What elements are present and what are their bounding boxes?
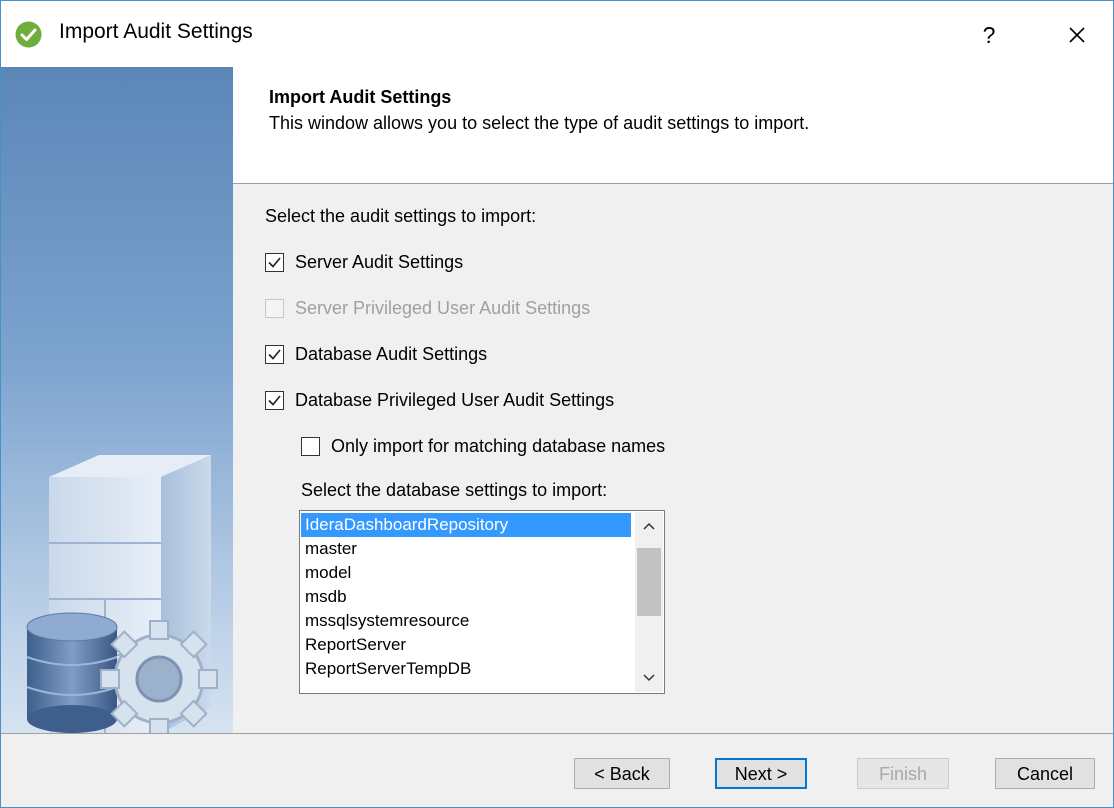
checkbox-label: Database Audit Settings: [295, 344, 488, 364]
checkmark-icon: [268, 395, 281, 406]
checkmark-icon: [268, 257, 281, 268]
close-icon: [1069, 27, 1085, 43]
vertical-scrollbar[interactable]: [635, 512, 663, 692]
next-button[interactable]: Next >: [715, 758, 807, 789]
checkbox-box: [265, 299, 284, 318]
checkbox-label: Server Privileged User Audit Settings: [295, 298, 591, 318]
close-button[interactable]: [1055, 15, 1099, 55]
wizard-header: Import Audit Settings This window allows…: [233, 67, 1113, 183]
finish-button: Finish: [857, 758, 949, 789]
checkbox-label: Server Audit Settings: [295, 252, 464, 272]
checkbox-box[interactable]: [265, 253, 284, 272]
database-list-item[interactable]: ReportServer: [301, 633, 631, 657]
window-title: Import Audit Settings: [59, 20, 253, 43]
database-list-item[interactable]: IderaDashboardRepository: [301, 513, 631, 537]
wizard-content: Select the audit settings to import: Ser…: [233, 184, 1113, 733]
only-matching-database-names-checkbox[interactable]: Only import for matching database names: [301, 436, 665, 457]
back-button[interactable]: < Back: [574, 758, 670, 789]
chevron-down-icon: [643, 674, 655, 682]
checkbox-box[interactable]: [265, 391, 284, 410]
checkbox-label: Database Privileged User Audit Settings: [295, 390, 615, 410]
server-audit-settings-checkbox[interactable]: Server Audit Settings: [265, 252, 463, 273]
database-list-item[interactable]: ReportServerTempDB: [301, 657, 631, 681]
checkmark-circle-icon: [15, 21, 42, 48]
chevron-up-icon: [643, 522, 655, 530]
checkbox-box[interactable]: [301, 437, 320, 456]
server-privileged-user-audit-settings-checkbox: Server Privileged User Audit Settings: [265, 298, 590, 319]
checkbox-label: Only import for matching database names: [331, 436, 666, 456]
title-bar: Import Audit Settings ?: [1, 1, 1113, 67]
import-audit-settings-dialog: Import Audit Settings ? Import Audit Set…: [0, 0, 1114, 808]
database-list-item[interactable]: master: [301, 537, 631, 561]
database-list-item[interactable]: model: [301, 561, 631, 585]
database-settings-prompt: Select the database settings to import:: [301, 480, 608, 500]
checkmark-icon: [268, 349, 281, 360]
database-audit-settings-checkbox[interactable]: Database Audit Settings: [265, 344, 487, 365]
scroll-thumb[interactable]: [637, 548, 661, 616]
scroll-up-button[interactable]: [635, 514, 663, 538]
page-title: Import Audit Settings: [269, 87, 452, 107]
page-description: This window allows you to select the typ…: [269, 113, 810, 133]
database-listbox[interactable]: IderaDashboardRepository master model msdb m…: [299, 510, 665, 694]
database-list-item[interactable]: mssqlsystemresource: [301, 609, 631, 633]
database-list-item[interactable]: msdb: [301, 585, 631, 609]
database-server-illustration: [26, 455, 218, 733]
database-privileged-user-audit-settings-checkbox[interactable]: Database Privileged User Audit Settings: [265, 390, 614, 411]
checkbox-box[interactable]: [265, 345, 284, 364]
database-list: IderaDashboardRepository master model msdb m…: [301, 513, 631, 681]
help-button[interactable]: ?: [971, 15, 1007, 55]
wizard-footer: < Back Next > Finish Cancel: [1, 734, 1113, 807]
scroll-down-button[interactable]: [635, 666, 663, 690]
audit-settings-prompt: Select the audit settings to import:: [265, 206, 537, 226]
wizard-banner: [1, 67, 233, 733]
cancel-button[interactable]: Cancel: [995, 758, 1095, 789]
